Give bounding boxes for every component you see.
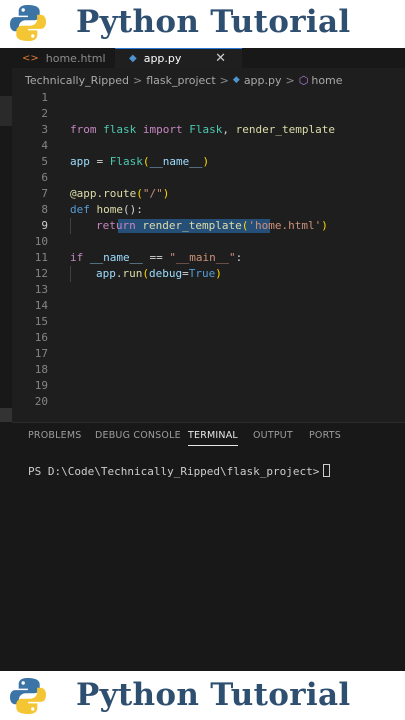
python-file-icon: ◆ bbox=[232, 75, 240, 85]
code-line[interactable]: 7 @app.route("/") bbox=[12, 186, 405, 202]
activity-item[interactable] bbox=[0, 96, 12, 126]
line-number: 12 bbox=[34, 267, 48, 280]
line-number: 2 bbox=[41, 107, 48, 120]
code-line-active[interactable]: 9 return render_template('home.html') bbox=[12, 218, 405, 234]
code-editor[interactable]: 1 2 3 from flask import Flask, render_te… bbox=[12, 90, 405, 422]
banner-title: Python Tutorial bbox=[76, 4, 351, 40]
breadcrumb: Technically_Ripped > flask_project > ◆ a… bbox=[12, 70, 405, 90]
breadcrumb-item[interactable]: app.py bbox=[244, 74, 282, 87]
line-number: 7 bbox=[41, 187, 48, 200]
breadcrumb-separator: > bbox=[285, 73, 295, 87]
code-text: def home(): bbox=[70, 203, 143, 216]
line-number: 6 bbox=[41, 171, 48, 184]
tab-home-html[interactable]: <> home.html bbox=[12, 48, 114, 68]
line-number: 16 bbox=[34, 331, 48, 344]
breadcrumb-item[interactable]: Technically_Ripped bbox=[25, 74, 129, 87]
line-number: 9 bbox=[41, 219, 48, 232]
panel-tabs: PROBLEMS DEBUG CONSOLE TERMINAL OUTPUT P… bbox=[12, 423, 405, 449]
line-number: 8 bbox=[41, 203, 48, 216]
line-number: 15 bbox=[34, 315, 48, 328]
code-text: return render_template('home.html') bbox=[96, 219, 328, 232]
line-number: 19 bbox=[34, 379, 48, 392]
breadcrumb-item[interactable]: flask_project bbox=[146, 74, 215, 87]
tab-app-py[interactable]: ◆ app.py ✕ bbox=[115, 48, 242, 68]
breadcrumb-item[interactable]: home bbox=[311, 74, 342, 87]
top-banner: Python Tutorial bbox=[0, 0, 405, 48]
code-text: app = Flask(__name__) bbox=[70, 155, 210, 168]
line-number: 4 bbox=[41, 139, 48, 152]
tab-debug-console[interactable]: DEBUG CONSOLE bbox=[95, 430, 181, 441]
code-text: if __name__ == "__main__": bbox=[70, 251, 243, 264]
function-symbol-icon: ⬡ bbox=[298, 73, 309, 87]
activity-item[interactable] bbox=[0, 408, 12, 422]
html-file-icon: <> bbox=[22, 52, 39, 64]
bottom-banner: Python Tutorial bbox=[0, 671, 405, 720]
editor-tabs: <> home.html ◆ app.py ✕ bbox=[12, 48, 405, 68]
line-number: 20 bbox=[34, 395, 48, 408]
tab-label: app.py bbox=[143, 52, 182, 65]
code-text: from flask import Flask, render_template bbox=[70, 123, 335, 136]
line-number: 10 bbox=[34, 235, 48, 248]
tab-label: home.html bbox=[45, 51, 106, 65]
line-number: 5 bbox=[41, 155, 48, 168]
bottom-panel: PROBLEMS DEBUG CONSOLE TERMINAL OUTPUT P… bbox=[12, 422, 405, 671]
code-line[interactable]: 8 def home(): bbox=[12, 202, 405, 218]
line-number: 13 bbox=[34, 283, 48, 296]
python-file-icon: ◆ bbox=[129, 53, 137, 64]
terminal-output[interactable]: PS D:\Code\Technically_Ripped\flask_proj… bbox=[28, 464, 331, 478]
tab-problems[interactable]: PROBLEMS bbox=[28, 430, 81, 441]
vscode-window: <> home.html ◆ app.py ✕ Technically_Ripp… bbox=[0, 48, 405, 671]
line-number: 1 bbox=[41, 91, 48, 104]
python-logo-icon bbox=[10, 5, 46, 41]
code-text: @app.route("/") bbox=[70, 187, 170, 200]
code-line[interactable]: 12 app.run(debug=True) bbox=[12, 266, 405, 282]
close-icon[interactable]: ✕ bbox=[215, 51, 226, 66]
line-number: 17 bbox=[34, 347, 48, 360]
line-number: 18 bbox=[34, 363, 48, 376]
code-line[interactable]: 11 if __name__ == "__main__": bbox=[12, 250, 405, 266]
terminal-prompt: PS D:\Code\Technically_Ripped\flask_proj… bbox=[28, 465, 320, 478]
tab-terminal[interactable]: TERMINAL bbox=[188, 430, 238, 446]
breadcrumb-separator: > bbox=[133, 73, 143, 87]
python-logo-icon bbox=[10, 678, 46, 714]
code-line[interactable]: 5 app = Flask(__name__) bbox=[12, 154, 405, 170]
breadcrumb-separator: > bbox=[219, 73, 229, 87]
code-line[interactable]: 3 from flask import Flask, render_templa… bbox=[12, 122, 405, 138]
line-number: 14 bbox=[34, 299, 48, 312]
code-text: app.run(debug=True) bbox=[96, 267, 222, 280]
banner-title: Python Tutorial bbox=[76, 677, 351, 713]
line-number: 11 bbox=[34, 251, 48, 264]
terminal-cursor bbox=[323, 464, 331, 477]
tab-ports[interactable]: PORTS bbox=[309, 430, 341, 441]
tab-output[interactable]: OUTPUT bbox=[253, 430, 293, 441]
line-number: 3 bbox=[41, 123, 48, 136]
activity-bar bbox=[0, 48, 12, 671]
